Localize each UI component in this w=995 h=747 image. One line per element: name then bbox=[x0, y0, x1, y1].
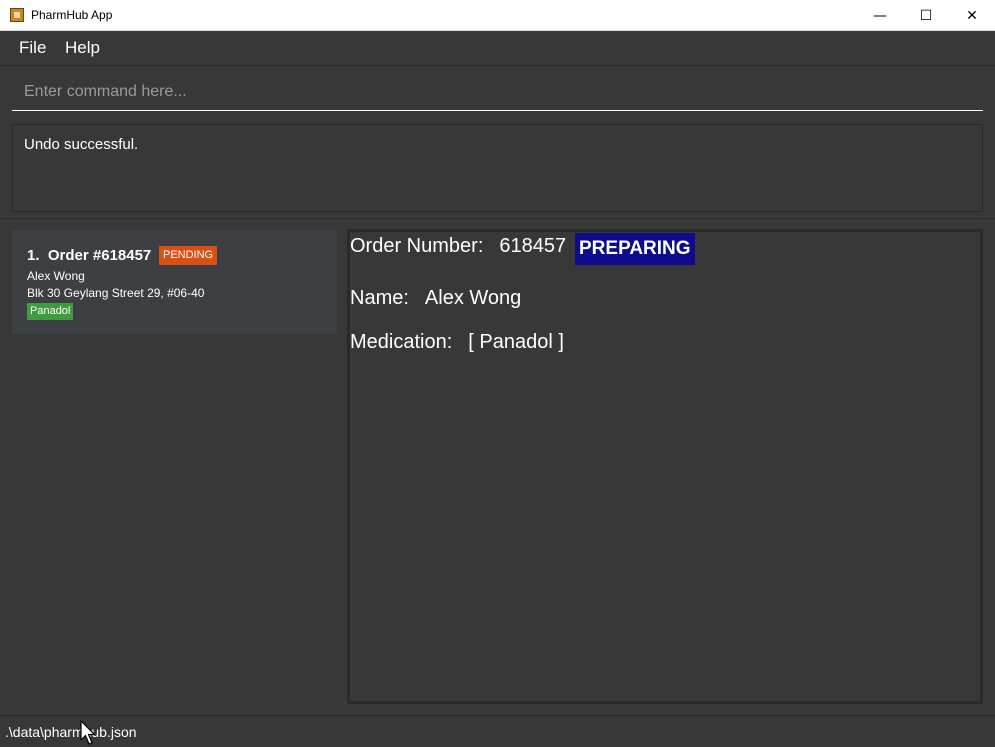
detail-medication-row: Medication: [ Panadol ] bbox=[350, 331, 564, 354]
maximize-icon: ☐ bbox=[919, 7, 933, 24]
result-message: Undo successful. bbox=[24, 136, 139, 153]
result-display[interactable]: Undo successful. bbox=[12, 124, 983, 212]
order-index: 1. bbox=[27, 247, 40, 264]
menu-file[interactable]: File bbox=[19, 38, 46, 58]
mouse-cursor-icon bbox=[80, 720, 96, 745]
minimize-button[interactable]: — bbox=[857, 0, 903, 31]
command-input[interactable] bbox=[12, 75, 983, 109]
medication-label: Medication: bbox=[350, 331, 453, 353]
title-bar: PharmHub App — ☐ ✕ bbox=[0, 0, 995, 31]
order-list-panel: 1. Order #618457 PENDING Alex Wong Blk 3… bbox=[0, 219, 345, 715]
command-box bbox=[12, 75, 983, 111]
status-badge: PENDING bbox=[159, 246, 218, 265]
status-bar: .\data\pharmhub.json bbox=[0, 715, 995, 747]
customer-address: Blk 30 Geylang Street 29, #06-40 bbox=[27, 286, 205, 300]
close-button[interactable]: ✕ bbox=[949, 0, 995, 31]
order-detail-panel: Order Number: 618457 PREPARING Name: Alex … bbox=[347, 229, 983, 704]
name-label: Name: bbox=[350, 287, 409, 309]
detail-order-number-row: Order Number: 618457 bbox=[350, 235, 566, 258]
preparing-badge: PREPARING bbox=[575, 233, 695, 265]
close-icon: ✕ bbox=[966, 7, 978, 24]
data-file-path: .\data\pharmhub.json bbox=[5, 724, 137, 740]
order-title: Order #618457 bbox=[47, 247, 152, 264]
menu-bar: File Help bbox=[0, 31, 995, 66]
order-number-value: 618457 bbox=[499, 235, 567, 257]
maximize-button[interactable]: ☐ bbox=[903, 0, 949, 31]
medication-tag: Panadol bbox=[27, 303, 74, 320]
order-card-title: 1. Order #618457 bbox=[27, 247, 151, 264]
window-title: PharmHub App bbox=[31, 8, 113, 22]
order-number-label: Order Number: bbox=[350, 235, 484, 257]
medication-value: [ Panadol ] bbox=[468, 331, 564, 353]
minimize-icon: — bbox=[873, 7, 887, 24]
customer-name: Alex Wong bbox=[27, 269, 85, 283]
name-value: Alex Wong bbox=[424, 287, 522, 309]
detail-name-row: Name: Alex Wong bbox=[350, 287, 521, 310]
menu-help[interactable]: Help bbox=[65, 38, 100, 58]
order-card[interactable]: 1. Order #618457 PENDING Alex Wong Blk 3… bbox=[12, 230, 337, 334]
app-icon bbox=[10, 8, 24, 22]
